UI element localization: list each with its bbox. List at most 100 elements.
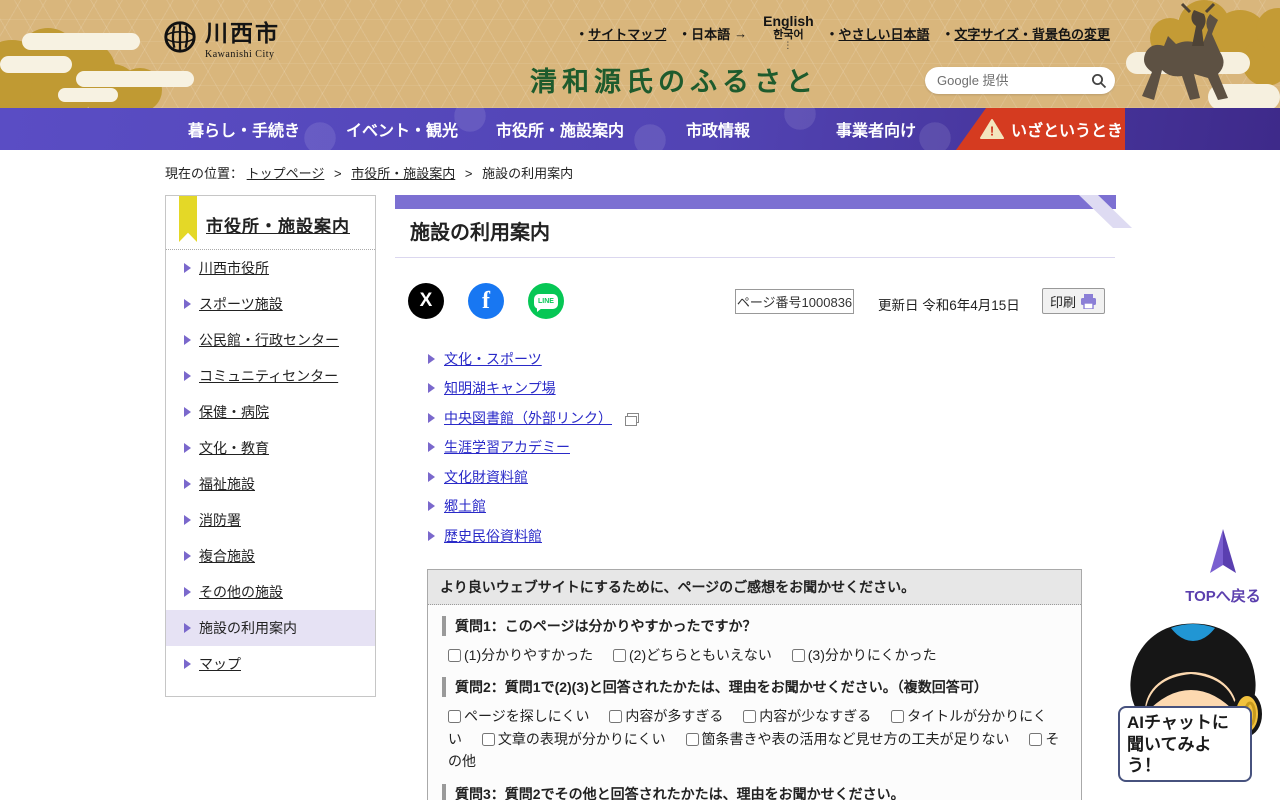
triangle-icon <box>184 551 191 561</box>
triangle-icon <box>428 412 435 423</box>
breadcrumb-prefix: 現在の位置： <box>165 166 244 181</box>
triangle-icon <box>428 353 435 364</box>
link-chimeiko-camp[interactable]: 知明湖キャンプ場 <box>428 374 639 404</box>
site-header: 川西市 Kawanishi City ● サイトマップ ● 日本語 → Engl… <box>0 0 1280 108</box>
city-logo[interactable]: 川西市 Kawanishi City <box>163 14 280 60</box>
up-arrow-icon <box>1210 529 1236 573</box>
sidebar-item-facility-guide-active[interactable]: 施設の利用案内 <box>166 610 375 646</box>
sidebar-item-community-hall[interactable]: 公民館・行政センター <box>166 322 375 358</box>
city-emblem-icon <box>164 21 196 53</box>
q2-checkbox-2[interactable] <box>609 710 623 724</box>
ai-chat-mascot[interactable]: AIチャットに聞いてみよう！ <box>1118 616 1268 782</box>
breadcrumb: 現在の位置： トップページ > 市役所・施設案内 > 施設の利用案内 <box>165 163 573 182</box>
sidebar-item-sports[interactable]: スポーツ施設 <box>166 286 375 322</box>
q2-checkbox-6[interactable] <box>685 732 699 746</box>
city-name-en: Kawanishi City <box>205 49 275 60</box>
q1-checkbox-2[interactable] <box>613 649 627 662</box>
triangle-icon <box>184 659 191 669</box>
triangle-icon <box>184 623 191 633</box>
page-title: 施設の利用案内 <box>410 222 550 244</box>
link-central-library-external[interactable]: 中央図書館（外部リンク） <box>428 403 639 433</box>
facility-link-list: 文化・スポーツ 知明湖キャンプ場 中央図書館（外部リンク） 生涯学習アカデミー … <box>428 344 639 551</box>
share-icons: X f LINE <box>408 283 564 319</box>
link-history-folk-museum[interactable]: 歴史民俗資料館 <box>428 521 639 551</box>
q1-checkbox-1[interactable] <box>448 649 461 662</box>
warning-triangle-icon: ! <box>979 119 1004 139</box>
q2-option-5[interactable]: 文章の表現が分かりにくい <box>481 731 666 747</box>
q2-option-3[interactable]: 内容が少なすぎる <box>743 708 871 724</box>
back-to-top-label: TOPへ戻る <box>1185 588 1261 605</box>
breadcrumb-separator: > <box>464 166 473 181</box>
link-culture-sports[interactable]: 文化・スポーツ <box>428 344 639 374</box>
site-tagline: 清和源氏のふるさと <box>530 67 818 98</box>
nav-item-living[interactable]: 暮らし・手続き <box>165 108 323 150</box>
link-kyodokan[interactable]: 郷土館 <box>428 492 639 522</box>
breadcrumb-section[interactable]: 市役所・施設案内 <box>351 166 455 181</box>
print-label: 印刷 <box>1049 294 1076 310</box>
back-to-top-button[interactable]: TOPへ戻る <box>1180 528 1266 606</box>
q2-checkbox-5[interactable] <box>481 732 495 746</box>
triangle-icon <box>184 443 191 453</box>
ai-chat-bubble[interactable]: AIチャットに聞いてみよう！ <box>1118 706 1252 782</box>
samurai-statue-image <box>1126 0 1280 108</box>
print-button[interactable]: 印刷 <box>1042 288 1105 314</box>
sidebar-item-culture-education[interactable]: 文化・教育 <box>166 430 375 466</box>
sidebar-item-welfare[interactable]: 福祉施設 <box>166 466 375 502</box>
q2-option-1[interactable]: ページを探しにくい <box>448 708 589 724</box>
q1-option-2[interactable]: (2)どちらともいえない <box>613 647 772 663</box>
sidebar-title-link[interactable]: 市役所・施設案内 <box>206 217 350 236</box>
survey-q1-label: 質問1：このページは分かりやすかったですか？ <box>442 616 1067 636</box>
breadcrumb-current: 施設の利用案内 <box>482 166 574 181</box>
link-cultural-property-museum[interactable]: 文化財資料館 <box>428 462 639 492</box>
survey-header: より良いウェブサイトにするために、ページのご感想をお聞かせください。 <box>428 570 1081 605</box>
x-share-icon[interactable]: X <box>408 283 444 319</box>
sitemap-link[interactable]: サイトマップ <box>588 24 666 43</box>
breadcrumb-home[interactable]: トップページ <box>247 166 325 181</box>
nav-item-events[interactable]: イベント・観光 <box>323 108 481 150</box>
external-link-icon <box>625 412 639 426</box>
survey-q2-label: 質問2：質問1で(2)(3)と回答されたかたは、理由をお聞かせください。（複数回… <box>442 677 1067 698</box>
q1-option-3[interactable]: (3)分かりにくかった <box>791 647 937 663</box>
bookmark-ribbon-icon <box>179 196 197 242</box>
title-divider <box>395 257 1115 258</box>
q2-checkbox-1[interactable] <box>448 710 461 724</box>
breadcrumb-separator: > <box>334 166 342 181</box>
survey-q1-options: (1)分かりやすかった (2)どちらともいえない (3)分かりにくかった <box>428 636 1081 666</box>
facebook-share-icon[interactable]: f <box>468 283 504 319</box>
sidebar-item-fire-station[interactable]: 消防署 <box>166 502 375 538</box>
sidebar-item-complex[interactable]: 複合施設 <box>166 538 375 574</box>
q2-checkbox-7[interactable] <box>1029 732 1043 746</box>
q2-checkbox-4[interactable] <box>891 710 905 724</box>
nav-item-business[interactable]: 事業者向け <box>797 108 955 150</box>
sidebar-item-other[interactable]: その他の施設 <box>166 574 375 610</box>
triangle-icon <box>184 515 191 525</box>
q2-option-6[interactable]: 箇条書きや表の活用など見せ方の工夫が足りない <box>685 731 1010 747</box>
triangle-icon <box>428 383 435 394</box>
more-languages-icon[interactable]: ⋮ <box>783 41 793 51</box>
easy-japanese-link[interactable]: やさしい日本語 <box>839 24 930 43</box>
survey-q2-options: ページを探しにくい 内容が多すぎる 内容が少なすぎる タイトルが分かりにくい 文… <box>428 697 1081 772</box>
q2-option-2[interactable]: 内容が多すぎる <box>609 708 723 724</box>
line-share-icon[interactable]: LINE <box>528 283 564 319</box>
survey-q3-label: 質問3：質問2でその他と回答されたかたは、理由をお聞かせください。 <box>442 783 1067 800</box>
sidebar-item-map[interactable]: マップ <box>166 646 375 682</box>
search-box[interactable] <box>925 67 1115 94</box>
nav-item-cityhall[interactable]: 市役所・施設案内 <box>481 108 639 150</box>
q2-checkbox-3[interactable] <box>743 710 757 724</box>
bullet-icon: ● <box>945 29 951 38</box>
sidebar-item-community-center[interactable]: コミュニティセンター <box>166 358 375 394</box>
emergency-label: いざというとき <box>1010 123 1123 140</box>
search-icon[interactable] <box>1091 73 1107 89</box>
bullet-icon: ● <box>682 29 688 38</box>
sidebar-item-city-hall[interactable]: 川西市役所 <box>166 250 375 286</box>
q1-checkbox-3[interactable] <box>791 649 805 662</box>
triangle-icon <box>428 442 435 453</box>
link-lifelong-academy[interactable]: 生涯学習アカデミー <box>428 433 639 463</box>
sidebar-item-health[interactable]: 保健・病院 <box>166 394 375 430</box>
nav-item-cityinfo[interactable]: 市政情報 <box>639 108 797 150</box>
q1-option-1[interactable]: (1)分かりやすかった <box>448 647 593 663</box>
text-size-link[interactable]: 文字サイズ・背景色の変更 <box>954 24 1110 43</box>
language-selector[interactable]: English 한국어 ⋮ <box>763 13 814 51</box>
search-input[interactable] <box>937 73 1091 88</box>
lang-english[interactable]: English <box>763 13 814 29</box>
